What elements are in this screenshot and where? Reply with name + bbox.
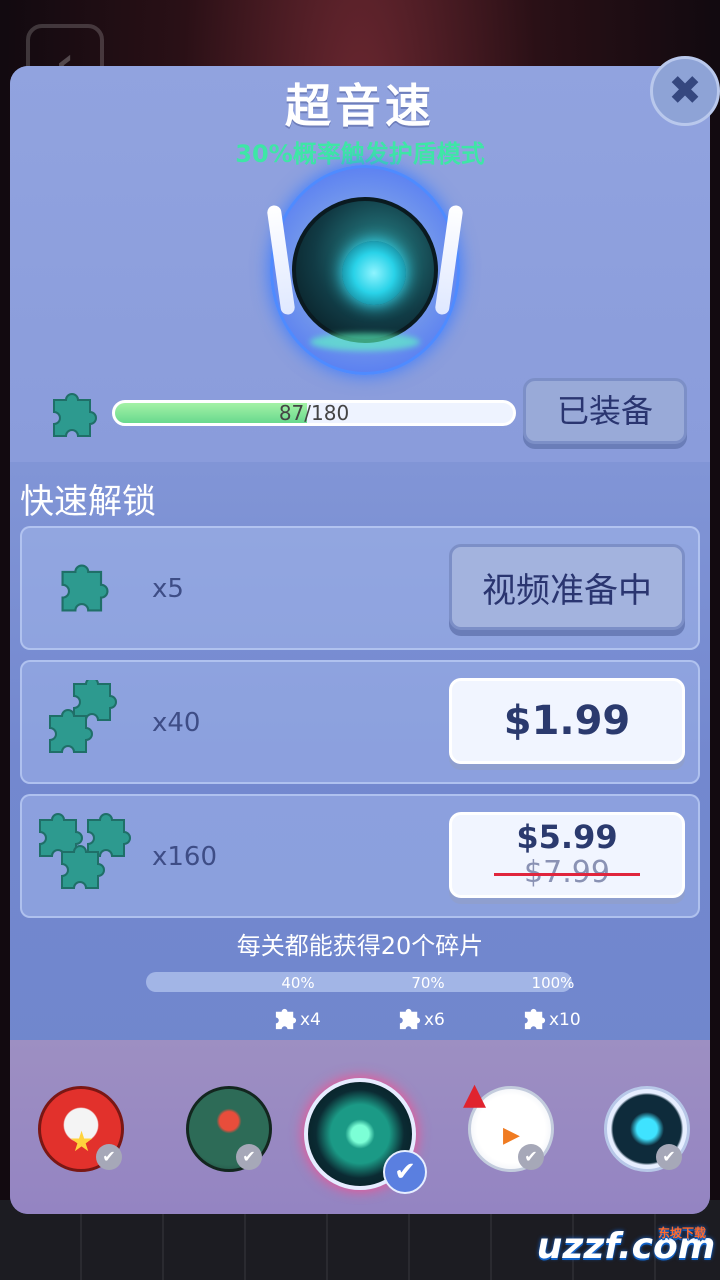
skin-ability: 30%概率触发护盾模式 (235, 140, 485, 168)
buy-160-button[interactable]: $5.99 $7.99 (449, 812, 685, 898)
unlock-quantity: x40 (152, 708, 201, 738)
buy-40-button[interactable]: $1.99 (449, 678, 685, 764)
close-icon: ✖ (668, 68, 702, 114)
santa-hat-icon: ▲ (463, 1077, 487, 1112)
close-button[interactable]: ✖ (650, 56, 720, 126)
unlock-row-160: x160 $5.99 $7.99 (20, 794, 700, 918)
owned-check-icon: ✔ (96, 1144, 122, 1170)
owned-check-icon: ✔ (236, 1144, 262, 1170)
puzzle-piece-icon (61, 564, 109, 612)
skin-preview-ball (266, 165, 464, 380)
level-progress-bar (146, 972, 572, 992)
shards-per-level-text: 每关都能获得20个碎片 (236, 932, 484, 960)
ball-glow (310, 333, 420, 351)
star-icon: ★ (69, 1125, 95, 1158)
puzzle-piece-icon (53, 393, 97, 437)
ball-core (342, 241, 406, 305)
owned-check-icon: ✔ (518, 1144, 544, 1170)
puzzle-piece-icon (275, 1008, 297, 1030)
unlock-quantity: x5 (152, 574, 184, 604)
puzzle-pieces-icon (49, 680, 117, 753)
milestone-70-label: 70% (411, 974, 445, 992)
milestone-100-label: 100% (531, 974, 575, 992)
unlock-row-video: x5 视频准备中 (20, 526, 700, 650)
quick-unlock-title: 快速解锁 (20, 482, 156, 522)
site-watermark: uzzf.com 东坡下载 (536, 1225, 716, 1267)
puzzle-pieces-icon (39, 813, 131, 889)
selected-check-icon: ✔ (383, 1150, 427, 1194)
puzzle-piece-icon (399, 1008, 421, 1030)
unlock-quantity: x160 (152, 842, 218, 872)
video-unlock-button[interactable]: 视频准备中 (449, 544, 685, 630)
milestone-100-reward: x10 (549, 1010, 581, 1030)
shard-progress-label: 87/180 (278, 401, 350, 425)
equipped-button[interactable]: 已装备 (523, 378, 687, 444)
milestone-70-reward: x6 (424, 1010, 445, 1030)
puzzle-piece-icon (524, 1008, 546, 1030)
unlock-row-40: x40 $1.99 (20, 660, 700, 784)
owned-check-icon: ✔ (656, 1144, 682, 1170)
milestone-40-reward: x4 (300, 1010, 321, 1030)
skin-title: 超音速 (285, 79, 435, 133)
price: $1.99 (503, 698, 631, 744)
milestone-40-label: 40% (281, 974, 315, 992)
sale-price: $5.99 (516, 818, 618, 856)
carrot-nose-icon: ▶ (503, 1123, 520, 1148)
original-price: $7.99 (494, 855, 640, 890)
